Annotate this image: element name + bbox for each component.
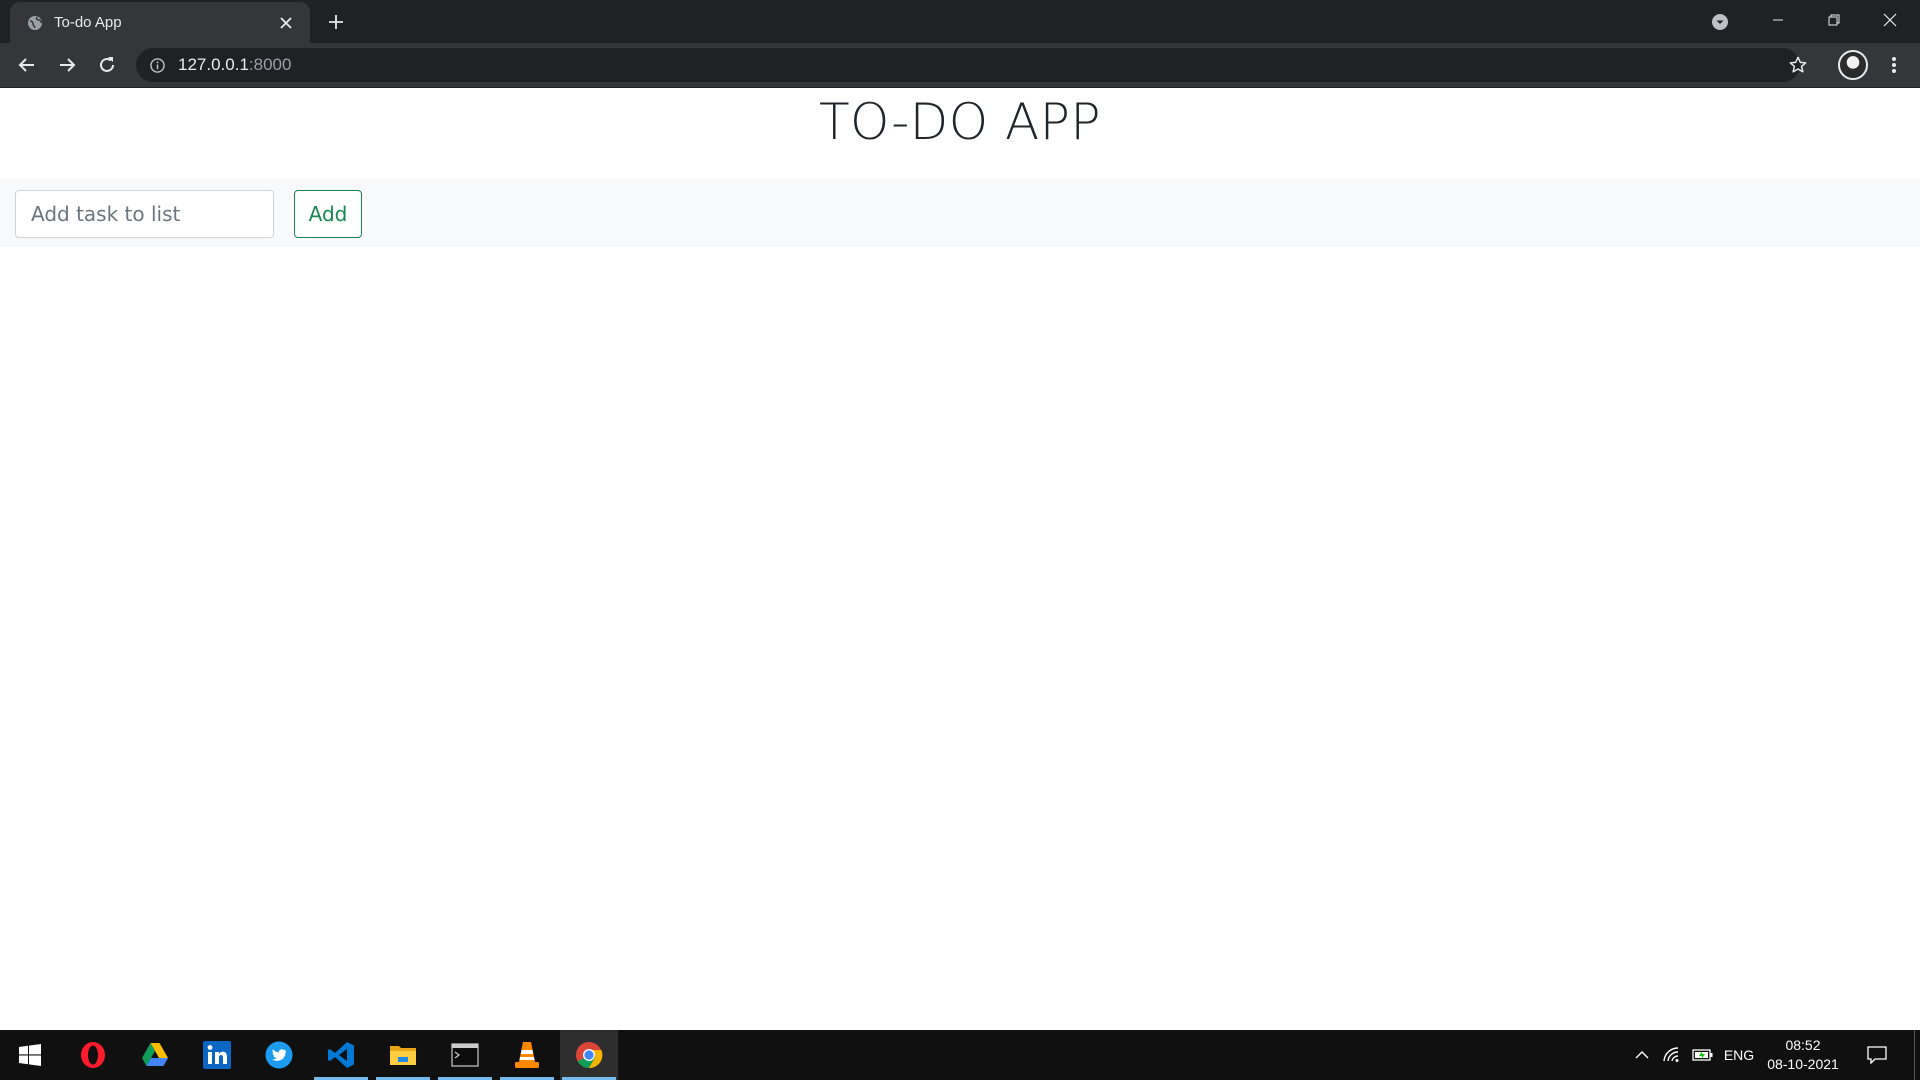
globe-icon: [26, 14, 44, 32]
file-explorer-icon[interactable]: [374, 1030, 432, 1080]
show-desktop-button[interactable]: [1914, 1030, 1915, 1080]
terminal-icon[interactable]: [436, 1030, 494, 1080]
chrome-icon[interactable]: [560, 1030, 618, 1080]
notifications-icon[interactable]: [1862, 1040, 1892, 1070]
show-hidden-icons-chevron-icon[interactable]: [1628, 1030, 1656, 1080]
system-clock[interactable]: 08:52 08-10-2021: [1760, 1036, 1846, 1074]
vlc-icon[interactable]: [498, 1030, 556, 1080]
add-task-button[interactable]: Add: [294, 190, 362, 238]
linkedin-icon[interactable]: [188, 1030, 246, 1080]
close-tab-icon[interactable]: [276, 13, 296, 33]
restore-window-icon[interactable]: [1806, 0, 1862, 40]
wifi-icon[interactable]: [1658, 1030, 1686, 1080]
forward-arrow-icon[interactable]: [51, 49, 83, 81]
minimize-window-icon[interactable]: [1750, 0, 1806, 40]
tab-title: To-do App: [54, 14, 122, 31]
reload-icon[interactable]: [91, 49, 123, 81]
windows-start-icon[interactable]: [1, 1030, 59, 1080]
page-viewport: TO-DO APP Add: [0, 89, 1920, 1030]
new-tab-button[interactable]: [322, 8, 350, 36]
opera-icon[interactable]: [64, 1030, 122, 1080]
page-title: TO-DO APP: [818, 93, 1102, 151]
clock-time: 08:52: [1785, 1037, 1821, 1053]
browser-menu-icon[interactable]: [1880, 51, 1908, 79]
browser-tab[interactable]: To-do App: [10, 2, 310, 43]
browser-tab-strip: To-do App: [0, 0, 1920, 43]
add-task-form: Add: [0, 179, 1920, 247]
input-language[interactable]: ENG: [1720, 1030, 1758, 1080]
site-info-icon[interactable]: [148, 56, 166, 74]
visual-studio-code-icon[interactable]: [312, 1030, 370, 1080]
back-arrow-icon[interactable]: [11, 49, 43, 81]
profile-avatar[interactable]: [1838, 50, 1868, 80]
url-host: 127.0.0.1: [178, 55, 249, 74]
bookmark-star-icon[interactable]: [1786, 53, 1810, 77]
task-input[interactable]: [15, 190, 274, 238]
twitter-icon[interactable]: [250, 1030, 308, 1080]
battery-charging-icon[interactable]: [1688, 1030, 1718, 1080]
url-port: :8000: [248, 55, 292, 74]
google-drive-icon[interactable]: [126, 1030, 184, 1080]
tab-search-icon[interactable]: [1708, 10, 1732, 34]
address-bar[interactable]: 127.0.0.1:8000: [136, 48, 1800, 82]
clock-date: 08-10-2021: [1767, 1056, 1839, 1072]
close-window-icon[interactable]: [1862, 0, 1918, 40]
windows-taskbar: ENG 08:52 08-10-2021: [0, 1030, 1920, 1080]
browser-toolbar: 127.0.0.1:8000: [0, 43, 1920, 88]
